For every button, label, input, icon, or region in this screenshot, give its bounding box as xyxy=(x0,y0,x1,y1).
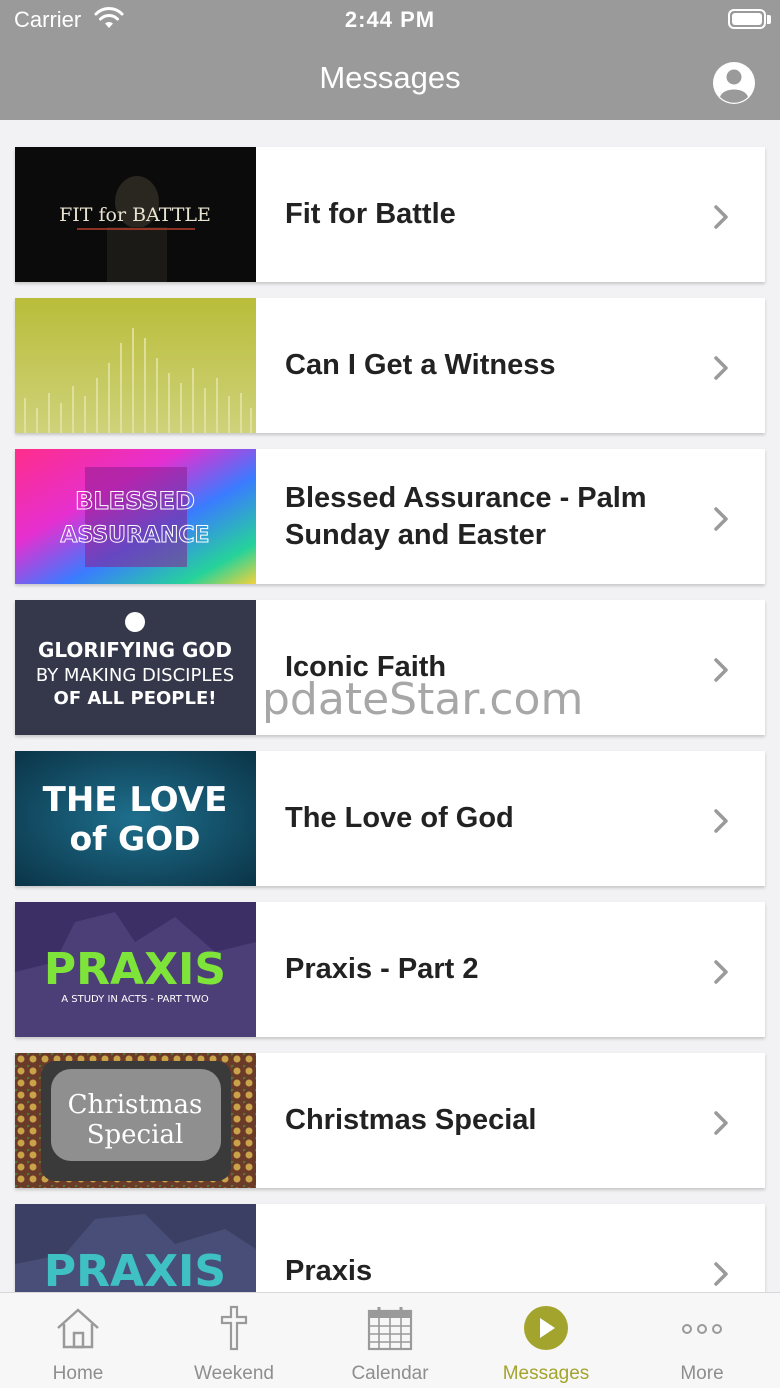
svg-text:PRAXIS: PRAXIS xyxy=(44,944,226,995)
tab-label: Home xyxy=(52,1363,104,1384)
message-item[interactable]: Can I Get a Witness xyxy=(15,298,765,433)
home-icon xyxy=(57,1308,99,1349)
tab-label: Messages xyxy=(502,1363,590,1384)
message-title: Fit for Battle xyxy=(285,198,456,230)
message-item[interactable]: GLORIFYING GOD BY MAKING DISCIPLES OF AL… xyxy=(15,600,765,735)
tab-label: Calendar xyxy=(351,1363,429,1384)
message-thumbnail: PRAXIS xyxy=(15,1204,256,1292)
chevron-right-icon xyxy=(714,1262,728,1286)
svg-text:BY MAKING DISCIPLES: BY MAKING DISCIPLES xyxy=(36,665,234,686)
svg-text:OF ALL PEOPLE!: OF ALL PEOPLE! xyxy=(54,688,217,709)
more-icon xyxy=(682,1324,722,1334)
message-item[interactable]: FIT for BATTLE Fit for Battle xyxy=(15,147,765,282)
chevron-right-icon xyxy=(714,658,728,682)
status-time: 2:44 PM xyxy=(344,7,436,32)
svg-text:BLESSED: BLESSED xyxy=(75,487,195,515)
svg-text:Christmas: Christmas xyxy=(68,1090,203,1120)
play-icon xyxy=(524,1306,568,1350)
tab-bar: Home Weekend Calendar Messages More xyxy=(0,1292,780,1388)
message-item[interactable]: THE LOVE of GOD The Love of God xyxy=(15,751,765,886)
message-thumbnail: PRAXIS A STUDY IN ACTS - PART TWO xyxy=(15,902,256,1037)
message-thumbnail xyxy=(15,298,256,433)
message-thumbnail: GLORIFYING GOD BY MAKING DISCIPLES OF AL… xyxy=(15,600,256,735)
thumb-title-text: FIT for BATTLE xyxy=(59,204,211,226)
message-thumbnail: BLESSED ASSURANCE xyxy=(15,449,256,584)
message-item[interactable]: PRAXIS A STUDY IN ACTS - PART TWO Praxis… xyxy=(15,902,765,1037)
battery-icon xyxy=(728,9,766,29)
cross-icon xyxy=(220,1305,248,1351)
tab-more[interactable]: More xyxy=(624,1293,780,1388)
message-title: Praxis - Part 2 xyxy=(285,953,479,985)
message-title: Blessed Assurance - Palm Sunday and East… xyxy=(285,481,647,551)
message-item[interactable]: BLESSED ASSURANCE Blessed Assurance - Pa… xyxy=(15,449,765,584)
svg-text:THE LOVE: THE LOVE xyxy=(43,780,228,820)
svg-text:Special: Special xyxy=(87,1120,184,1150)
top-bar: Carrier 2:44 PM Messages xyxy=(0,0,780,120)
profile-icon[interactable] xyxy=(712,61,756,105)
message-title: The Love of God xyxy=(285,802,514,834)
message-thumbnail: Christmas Special xyxy=(15,1053,256,1188)
tab-label: Weekend xyxy=(194,1363,274,1384)
tab-home[interactable]: Home xyxy=(0,1293,156,1388)
message-item[interactable]: PRAXIS Praxis xyxy=(15,1204,765,1292)
svg-text:of GOD: of GOD xyxy=(69,819,200,858)
chevron-right-icon xyxy=(714,205,728,229)
svg-text:PRAXIS: PRAXIS xyxy=(44,1246,226,1292)
tab-weekend[interactable]: Weekend xyxy=(156,1293,312,1388)
page-title: Messages xyxy=(319,60,461,95)
battery-nub xyxy=(767,15,771,24)
message-title: Can I Get a Witness xyxy=(285,349,556,381)
message-thumbnail: FIT for BATTLE xyxy=(15,147,256,282)
message-title: Christmas Special xyxy=(285,1104,537,1136)
messages-list[interactable]: FIT for BATTLE Fit for Battle Can I Get … xyxy=(0,120,780,1292)
chevron-right-icon xyxy=(714,356,728,380)
svg-text:GLORIFYING GOD: GLORIFYING GOD xyxy=(38,638,232,662)
chevron-right-icon xyxy=(714,507,728,531)
tab-calendar[interactable]: Calendar xyxy=(312,1293,468,1388)
chevron-right-icon xyxy=(714,1111,728,1135)
message-title: Iconic Faith xyxy=(285,651,447,683)
status-bar: Carrier 2:44 PM xyxy=(0,0,780,40)
chevron-right-icon xyxy=(714,960,728,984)
tab-label: More xyxy=(680,1363,724,1384)
chevron-right-icon xyxy=(714,809,728,833)
message-thumbnail: THE LOVE of GOD xyxy=(15,751,256,886)
calendar-icon xyxy=(367,1307,413,1351)
message-item[interactable]: Christmas Special Christmas Special xyxy=(15,1053,765,1188)
svg-text:ASSURANCE: ASSURANCE xyxy=(60,523,209,548)
svg-text:A STUDY IN ACTS - PART TWO: A STUDY IN ACTS - PART TWO xyxy=(61,994,209,1005)
message-title: Praxis xyxy=(285,1255,373,1287)
tab-messages[interactable]: Messages xyxy=(468,1293,624,1388)
